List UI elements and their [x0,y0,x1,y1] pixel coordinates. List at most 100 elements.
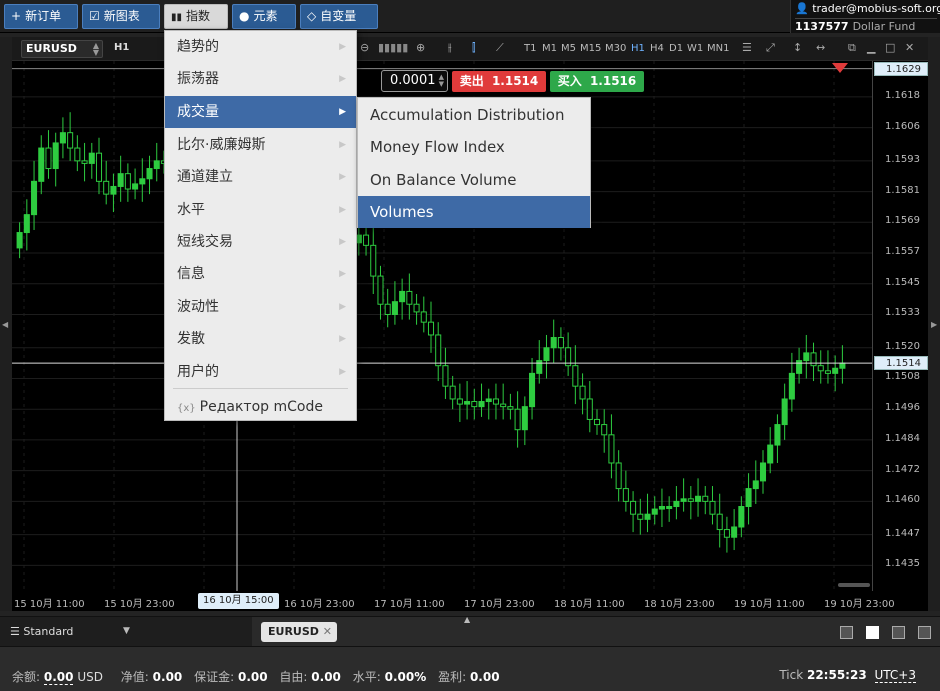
candle-body [500,403,507,408]
candle-body [593,418,601,426]
timeframe-h4[interactable]: H4 [650,43,664,54]
symbol-value: EURUSD [26,42,77,55]
close-chart-icon[interactable]: ✕ [905,41,914,54]
chevron-right-icon: ▶ [339,302,346,312]
menu-item-scalping[interactable]: 短线交易 ▶ [165,226,356,258]
submenu-item-accumulation-distribution[interactable]: Accumulation Distribution [358,99,590,131]
menu-item-info[interactable]: 信息 ▶ [165,258,356,290]
candle-body [507,406,514,410]
new-order-button[interactable]: + 新订单 [4,4,78,29]
timeframe-h1[interactable]: H1 [631,43,645,54]
candle-body [586,398,593,420]
expand-diagonal-icon[interactable]: ⤢ [766,41,775,55]
detach-window-icon[interactable]: ⧉ [848,41,856,55]
candle-body [666,506,673,510]
timeframe-d1[interactable]: D1 [669,43,683,54]
timeframe-t1[interactable]: T1 [524,43,536,54]
candle-body [427,321,435,336]
profit-value: 0.00 [469,670,500,684]
variables-button[interactable]: ◇ 自变量 [300,4,378,29]
time-tick-label: 15 10月 23:00 [104,599,175,610]
price-tick-label: 1.1569 [885,215,920,227]
layout-single-icon[interactable] [840,626,853,639]
layout-grid-icon[interactable] [866,626,879,639]
menu-item-divergence[interactable]: 发散 ▶ [165,323,356,355]
layout-columns-icon[interactable] [892,626,905,639]
candle-body [442,365,449,387]
candles-icon[interactable]: ⫿ [472,41,476,55]
layout-select[interactable]: ☰ Standard [10,625,73,638]
submenu-item-money-flow-index[interactable]: Money Flow Index [358,131,590,163]
price-tick-label: 1.1460 [885,494,920,506]
candle-body [492,398,499,405]
menu-item-label: 通道建立 [177,169,233,185]
menu-item-bill-williams[interactable]: 比尔·威廉姆斯 ▶ [165,129,356,161]
candle-body [435,334,442,367]
spinner-icon: ▲ ▼ [438,73,444,88]
submenu-item-on-balance-volume[interactable]: On Balance Volume [358,164,590,196]
menu-item-label: 短线交易 [177,234,233,250]
timeframe-m5[interactable]: M5 [561,43,576,54]
maximize-icon[interactable]: □ [885,41,895,54]
close-tab-icon[interactable]: ✕ [323,622,332,642]
indicator-list-icon[interactable]: ☰ [742,41,752,54]
timeframe-mn1[interactable]: MN1 [707,43,729,54]
sell-button[interactable]: 卖出 1.1514 [452,71,546,92]
chevron-up-icon[interactable]: ▲ [464,615,470,624]
price-tick-label: 1.1435 [885,558,920,570]
menu-item-oscillators[interactable]: 振荡器 ▶ [165,63,356,95]
price-tick-label: 1.1447 [885,527,920,539]
menu-item-volumes[interactable]: 成交量 ▶ [165,96,356,128]
menu-item-volatility[interactable]: 波动性 ▶ [165,291,356,323]
lot-size-input[interactable]: 0.0001 ▲ ▼ [381,70,448,92]
menu-item-mcode-editor[interactable]: {x} Редактор mCode [165,391,356,423]
menu-item-custom[interactable]: 用户的 ▶ [165,356,356,388]
candle-body [38,147,45,182]
elements-button[interactable]: ● 元素 [232,4,296,29]
indicators-button[interactable]: ▮▮ 指数 [164,4,228,29]
layout-rows-icon[interactable] [918,626,931,639]
candle-body [449,385,456,400]
horizontal-resize-icon[interactable]: ↔ [816,41,825,54]
menu-item-levels[interactable]: 水平 ▶ [165,194,356,226]
account-panel[interactable]: 👤 trader@mobius-soft.org 1137577 Dollar F… [790,0,940,33]
symbol-select[interactable]: EURUSD ▲ ▼ [21,40,103,58]
line-chart-icon[interactable]: ⟋ [496,41,504,55]
timeframe-m30[interactable]: M30 [605,43,626,54]
price-tick-label: 1.1496 [885,402,920,414]
lot-size-value: 0.0001 [390,73,436,88]
chevron-down-icon[interactable]: ▼ [123,626,130,636]
candle-body [16,232,23,249]
zoom-slider[interactable]: ▮▮▮▮▮ [378,41,408,54]
price-axis[interactable]: 1.1618 1.1606 1.1593 1.1581 1.1569 1.1557 1.15… [872,61,928,591]
vertical-resize-icon[interactable]: ↕ [793,41,802,54]
menu-item-trend[interactable]: 趋势的 ▶ [165,31,356,63]
elements-label: 元素 [253,9,278,23]
candle-body [644,513,651,520]
new-chart-button[interactable]: ☑ 新图表 [82,4,160,29]
left-panel-toggle[interactable]: ◀ [0,37,12,611]
timeframe-w1[interactable]: W1 [687,43,703,54]
crosshair-tool-icon[interactable]: ⫲ [448,41,452,55]
tick-label: Tick [779,668,804,682]
time-axis[interactable]: 15 10月 11:00 15 10月 23:00 16 10月 15:00 16 1… [12,591,928,611]
menu-item-channels[interactable]: 通道建立 ▶ [165,161,356,193]
zoom-out-icon[interactable]: ⊖ [360,41,369,54]
minimize-icon[interactable]: ▁ [867,41,875,54]
submenu-item-volumes[interactable]: Volumes [358,196,590,228]
timezone-select[interactable]: UTC+3 [874,668,916,683]
buy-button[interactable]: 买入 1.1516 [550,71,644,92]
equity-value: 0.00 [152,670,183,684]
layout-value: Standard [23,625,74,638]
chart-tab-eurusd[interactable]: EURUSD ✕ [261,622,337,642]
candle-body [31,180,38,216]
candle-body [803,352,810,362]
right-panel-toggle[interactable]: ▶ [928,37,940,611]
zoom-in-icon[interactable]: ⊕ [416,41,425,54]
timeframe-m15[interactable]: M15 [580,43,601,54]
timeframe-m1[interactable]: M1 [542,43,557,54]
candle-body [839,362,846,369]
candle-body [781,398,788,426]
time-tick-label: 19 10月 23:00 [824,599,895,610]
balance-value[interactable]: 0.00 [43,670,74,685]
